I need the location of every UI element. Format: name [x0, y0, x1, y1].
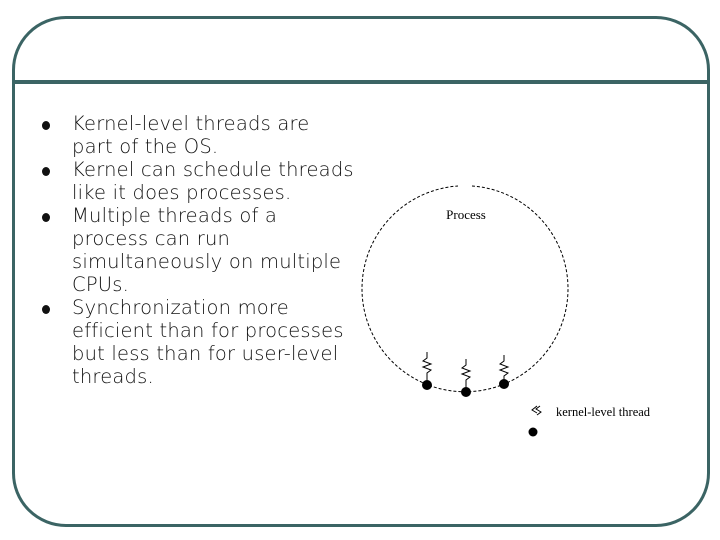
thread-dot [461, 387, 471, 397]
thread-dot [499, 379, 509, 389]
thread-squiggle-icon [460, 359, 472, 389]
slide-title [40, 30, 680, 70]
thread-dot [422, 380, 432, 390]
bullet-item: Kernel can schedule threads like it does… [36, 158, 356, 204]
legend-squiggle-icon [531, 405, 542, 416]
legend-label: kernel-level thread [556, 405, 651, 419]
bullet-item: Kernel-level threads are part of the OS. [36, 112, 356, 158]
legend-dot-icon [528, 427, 538, 437]
bullet-list: Kernel-level threads are part of the OS.… [36, 112, 356, 388]
legend: kernel-level thread [528, 405, 651, 437]
bullet-item: Synchronization more efficient than for … [36, 296, 356, 388]
bullet-text: Synchronization more efficient than for … [72, 296, 344, 388]
bullet-text: Multiple threads of a process can run si… [72, 204, 342, 296]
kernel-thread [460, 359, 472, 397]
bullet-text: Kernel can schedule threads like it does… [72, 158, 354, 204]
bullet-icon [42, 167, 50, 176]
bullet-item: Multiple threads of a process can run si… [36, 204, 356, 296]
bullet-text: Kernel-level threads are part of the OS. [72, 112, 310, 158]
bullet-icon [42, 305, 50, 314]
title-divider [12, 80, 710, 84]
kernel-thread-diagram: Process kernel-level thread [361, 185, 651, 437]
thread-squiggle-icon [421, 352, 433, 382]
bullet-icon [42, 121, 50, 130]
thread-squiggle-icon [498, 355, 510, 381]
kernel-thread [421, 352, 433, 390]
process-label: Process [446, 207, 486, 222]
bullet-icon [42, 213, 50, 222]
kernel-thread [498, 355, 510, 389]
